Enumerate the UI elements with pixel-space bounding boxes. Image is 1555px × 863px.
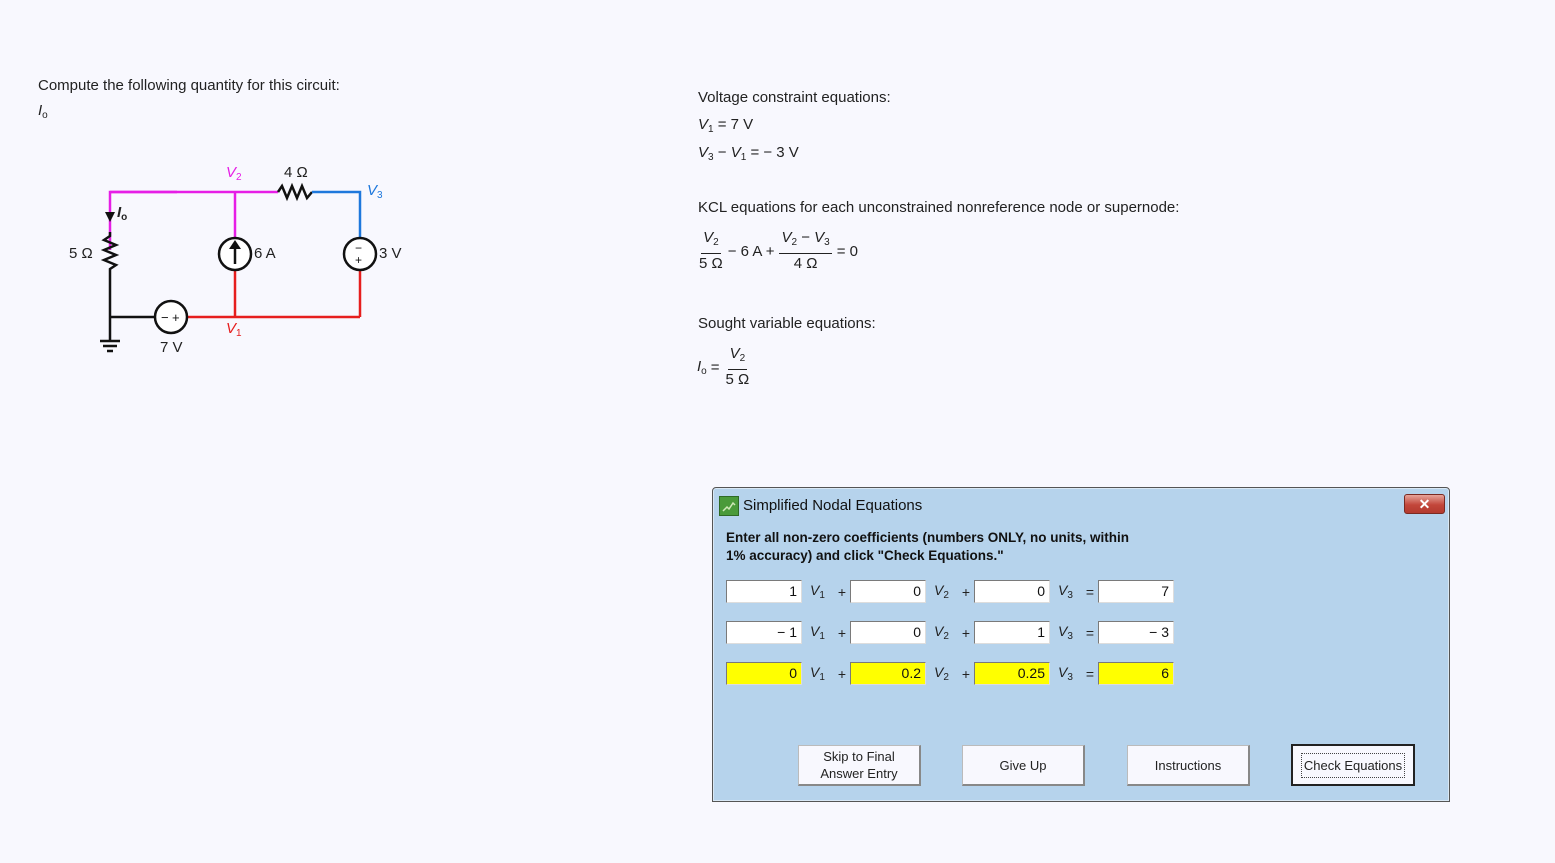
dialog-title: Simplified Nodal Equations — [743, 497, 923, 514]
coef-r1-v1-input[interactable]: 1 — [726, 580, 802, 603]
problem-prompt: Compute the following quantity for this … — [38, 77, 340, 94]
label-6a: 6 A — [254, 245, 276, 262]
kcl-equation: V2 5 Ω − 6 A + V2 − V3 4 Ω = 0 — [699, 229, 858, 272]
equation-row-3: 0 V1 + 0.2 V2 + 0.25 V3 = 6 — [726, 662, 1174, 685]
voltage-source-7v: − + — [153, 299, 189, 335]
voltage-source-3v: − + — [342, 236, 378, 272]
label-7v: 7 V — [160, 339, 183, 356]
sought-equation: Io = V2 5 Ω — [697, 345, 750, 388]
svg-text:−: − — [161, 310, 169, 325]
coef-r3-v1-input[interactable]: 0 — [726, 662, 802, 685]
label-io: Io — [117, 204, 128, 223]
label-v1: V1 — [226, 320, 242, 339]
ground-icon — [100, 339, 120, 353]
instructions-button[interactable]: Instructions — [1127, 745, 1250, 786]
label-v3: V3 — [367, 182, 383, 201]
label-r5: 5 Ω — [69, 245, 93, 262]
coef-r1-v2-input[interactable]: 0 — [850, 580, 926, 603]
coef-r2-v3-input[interactable]: 1 — [974, 621, 1050, 644]
svg-text:+: + — [172, 310, 180, 325]
skip-to-final-answer-button[interactable]: Skip to Final Answer Entry — [798, 745, 921, 786]
coef-r3-v2-input[interactable]: 0.2 — [850, 662, 926, 685]
current-source-6a — [217, 236, 253, 272]
current-arrow-io — [105, 212, 115, 222]
close-icon: ✕ — [1418, 496, 1431, 512]
coef-r2-v1-input[interactable]: − 1 — [726, 621, 802, 644]
resistor-4ohm — [276, 182, 313, 202]
sought-header: Sought variable equations: — [698, 315, 876, 332]
label-3v: 3 V — [379, 245, 402, 262]
rhs-r1-input[interactable]: 7 — [1098, 580, 1174, 603]
node-v3-wire — [312, 190, 362, 238]
voltage-constraint-1: V1 = 7 V — [698, 116, 754, 135]
app-icon — [719, 496, 739, 516]
svg-text:+: + — [355, 253, 362, 267]
equation-row-2: − 1 V1 + 0 V2 + 1 V3 = − 3 — [726, 621, 1174, 644]
kcl-header: KCL equations for each unconstrained non… — [698, 199, 1180, 216]
voltage-constraint-header: Voltage constraint equations: — [698, 89, 891, 106]
dialog-instructions: Enter all non-zero coefficients (numbers… — [726, 530, 1130, 563]
close-button[interactable]: ✕ — [1404, 494, 1445, 514]
simplified-nodal-equations-dialog: Simplified Nodal Equations ✕ Enter all n… — [712, 487, 1450, 802]
equation-row-1: 1 V1 + 0 V2 + 0 V3 = 7 — [726, 580, 1174, 603]
rhs-r3-input[interactable]: 6 — [1098, 662, 1174, 685]
node-v1-wires — [187, 270, 362, 319]
node-v2-wires — [108, 190, 278, 250]
coef-r1-v3-input[interactable]: 0 — [974, 580, 1050, 603]
voltage-constraint-2: V3 − V1 = − 3 V — [698, 144, 799, 163]
coef-r2-v2-input[interactable]: 0 — [850, 621, 926, 644]
label-r4: 4 Ω — [284, 164, 308, 181]
sought-quantity: Io — [38, 102, 48, 121]
give-up-button[interactable]: Give Up — [962, 745, 1085, 786]
label-v2: V2 — [226, 164, 242, 183]
rhs-r2-input[interactable]: − 3 — [1098, 621, 1174, 644]
coef-r3-v3-input[interactable]: 0.25 — [974, 662, 1050, 685]
check-equations-button[interactable]: Check Equations — [1291, 744, 1415, 786]
